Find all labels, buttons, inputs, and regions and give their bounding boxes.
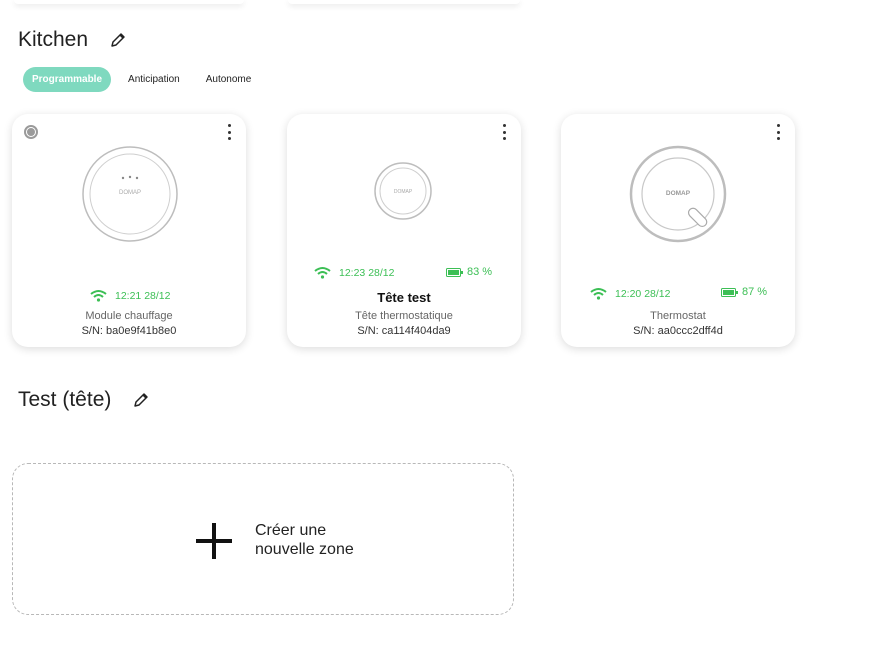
brand-logo: DOMAP (666, 190, 691, 197)
thermostat-image: DOMAP (629, 145, 727, 243)
previous-card-edge (288, 0, 520, 4)
device-card-tete[interactable]: DOMAP 12:23 28/12 83 % Tête test Tête th… (287, 114, 521, 347)
battery-percentage: 83 % (467, 266, 493, 278)
select-radio[interactable] (24, 125, 38, 139)
mode-chip-anticipation[interactable]: Anticipation (119, 67, 189, 92)
brand-logo: DOMAP (119, 190, 141, 196)
pencil-icon (111, 33, 125, 47)
serial-number: S/N: ca114f404da9 (357, 325, 451, 337)
zone-title: Kitchen (18, 28, 89, 51)
brand-logo: DOMAP (394, 189, 413, 195)
wifi-icon (590, 288, 607, 300)
create-zone-label-line1: Créer une (255, 522, 327, 539)
plus-icon (196, 523, 232, 559)
device-type: Module chauffage (85, 310, 173, 322)
battery-status: 83 % (446, 266, 492, 278)
more-options-icon[interactable] (499, 124, 509, 140)
module-chauffage-image: DOMAP (82, 146, 178, 242)
tete-thermostatique-image: DOMAP (374, 162, 432, 220)
device-type: Tête thermostatique (355, 310, 453, 322)
edit-zone-button[interactable] (131, 390, 151, 410)
serial-number: S/N: ba0e9f41b8e0 (81, 325, 177, 337)
mode-chip-autonome[interactable]: Autonome (197, 67, 261, 92)
mode-chip-programmable[interactable]: Programmable (23, 67, 112, 92)
battery-icon (721, 287, 738, 297)
zone-header-test: Test (tête) (18, 388, 151, 412)
edit-zone-button[interactable] (108, 30, 128, 50)
connection-status: 12:23 28/12 (314, 266, 394, 279)
pencil-icon (134, 393, 149, 407)
serial-number: S/N: aa0ccc2dff4d (633, 325, 723, 337)
mode-selector: Programmable Anticipation Autonome (23, 67, 260, 92)
device-name: Tête test (377, 290, 431, 305)
last-sync-time: 12:23 28/12 (339, 266, 395, 279)
zone-header-kitchen: Kitchen (18, 28, 128, 52)
more-options-icon[interactable] (224, 124, 234, 140)
zone-title: Test (tête) (18, 388, 112, 411)
connection-status: 12:21 28/12 (90, 289, 170, 302)
more-options-icon[interactable] (773, 124, 783, 140)
wifi-icon (314, 267, 331, 279)
last-sync-time: 12:20 28/12 (615, 287, 671, 300)
device-card-thermostat[interactable]: DOMAP 12:20 28/12 87 % Thermostat S/N: a… (561, 114, 795, 347)
device-card-module[interactable]: DOMAP 12:21 28/12 Module chauffage S/N: … (12, 114, 246, 347)
battery-percentage: 87 % (742, 286, 768, 298)
battery-icon (446, 267, 463, 277)
create-zone-label-line2: nouvelle zone (255, 541, 354, 558)
wifi-icon (90, 290, 107, 302)
previous-card-edge (14, 0, 244, 4)
last-sync-time: 12:21 28/12 (115, 289, 171, 302)
battery-status: 87 % (721, 286, 767, 298)
device-type: Thermostat (650, 310, 706, 322)
create-zone-label: Créer une nouvelle zone (255, 521, 354, 559)
create-zone-button[interactable]: Créer une nouvelle zone (12, 463, 514, 615)
connection-status: 12:20 28/12 (590, 287, 670, 300)
